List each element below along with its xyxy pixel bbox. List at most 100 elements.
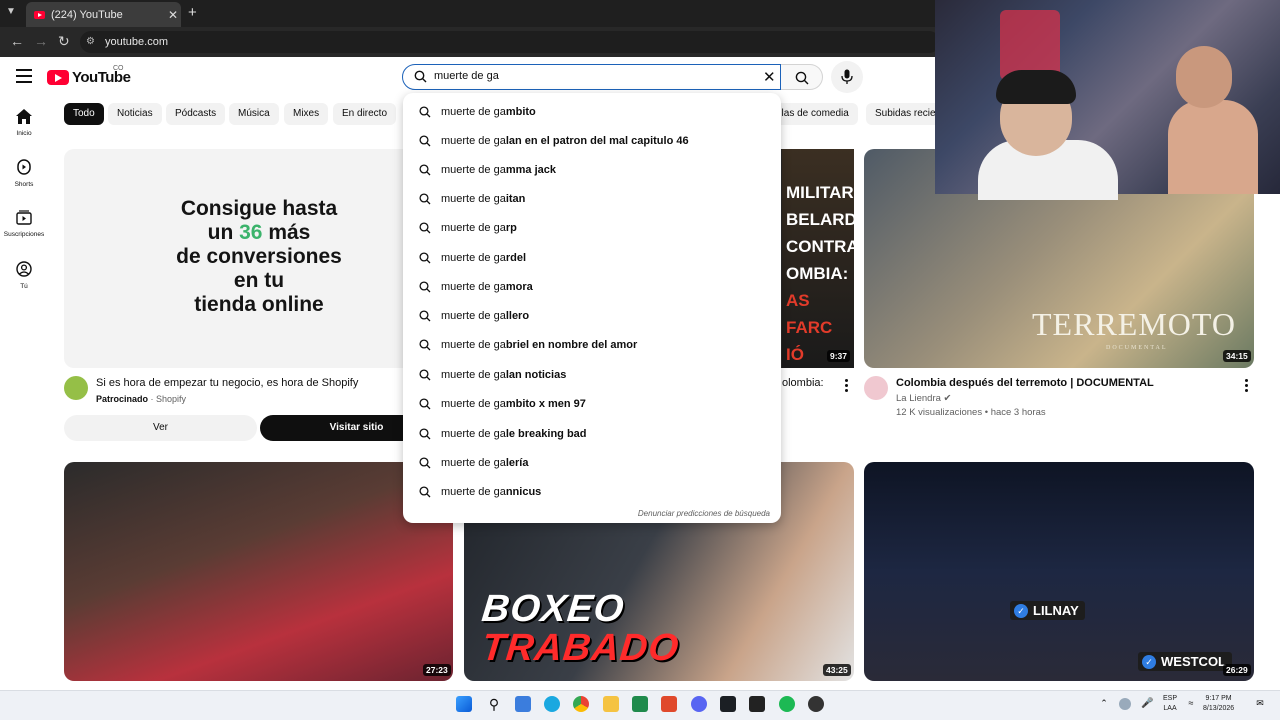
input-language[interactable]: ESP LAA [1163, 694, 1177, 714]
chrome-icon[interactable] [573, 696, 589, 712]
tab-list-chevron-icon[interactable]: ▼ [6, 6, 16, 17]
search-icon [795, 71, 809, 85]
suggestion-item[interactable]: muerte de galan noticias [403, 361, 781, 390]
suggestion-item[interactable]: muerte de gamora [403, 273, 781, 302]
site-info-icon[interactable]: ⚙ [86, 36, 95, 47]
suggestion-item[interactable]: muerte de gardel [403, 244, 781, 273]
shopify-avatar[interactable] [64, 376, 88, 400]
suggestion-item[interactable]: muerte de garp [403, 214, 781, 243]
more-options-icon[interactable] [845, 379, 849, 394]
excel-icon[interactable] [632, 696, 648, 712]
suggestion-item[interactable]: muerte de gale breaking bad [403, 420, 781, 449]
file-explorer-icon[interactable] [603, 696, 619, 712]
video-title[interactable]: Colombia después del terremoto | DOCUMEN… [896, 377, 1154, 389]
sidebar-item-home[interactable]: Inicio [0, 109, 48, 137]
wifi-icon[interactable]: ≈ [1185, 698, 1197, 710]
search-icon [414, 70, 427, 83]
chip-peliculas-comedia[interactable]: ulas de comedia [772, 103, 858, 125]
thumbnail-overlay-text: BOXEO [479, 588, 627, 630]
report-predictions-link[interactable]: Denunciar predicciones de búsqueda [638, 509, 770, 518]
spotify-icon[interactable] [779, 696, 795, 712]
channel-name[interactable]: La Liendra ✔ [896, 393, 952, 404]
thumbnail-overlay-title: TERREMOTO [1032, 306, 1236, 342]
clear-search-icon[interactable]: ✕ [763, 68, 776, 86]
suggestion-item[interactable]: muerte de galería [403, 449, 781, 478]
sidebar-item-you[interactable]: Tú [0, 261, 48, 290]
suggestion-item[interactable]: muerte de gaitan [403, 185, 781, 214]
suggestion-item[interactable]: muerte de gallero [403, 302, 781, 331]
browser-tab[interactable]: (224) YouTube ✕ [26, 2, 181, 27]
video-duration: 43:25 [823, 664, 851, 676]
tab-close-icon[interactable]: ✕ [165, 8, 181, 22]
search-icon [419, 486, 431, 498]
taskbar-app-icon[interactable] [808, 696, 824, 712]
youtube-play-icon [47, 70, 69, 85]
webcam-person-hair [996, 70, 1076, 104]
ad-title[interactable]: Si es hora de empezar tu negocio, es hor… [96, 377, 358, 389]
url-text[interactable]: youtube.com [105, 36, 168, 48]
sidebar-item-shorts[interactable]: Shorts [0, 159, 48, 188]
discord-icon[interactable] [691, 696, 707, 712]
video-duration: 27:23 [423, 664, 451, 676]
tray-chevron-icon[interactable]: ⌃ [1098, 698, 1110, 710]
suggestion-item[interactable]: muerte de galan en el patron del mal cap… [403, 127, 781, 156]
thumbnail-name-tag: ✓ WESTCOL [1138, 652, 1232, 671]
subscriptions-icon [16, 210, 32, 225]
voice-search-button[interactable] [831, 61, 863, 93]
chip-noticias[interactable]: Noticias [108, 103, 162, 125]
home-icon [16, 109, 32, 124]
suggestion-item[interactable]: muerte de gamma jack [403, 156, 781, 185]
verified-icon: ✔ [943, 393, 952, 404]
webcam-person-body [1168, 100, 1258, 194]
forward-icon[interactable]: → [34, 33, 48, 49]
taskbar-search-icon[interactable]: ⚲ [486, 696, 502, 712]
video-title[interactable]: olombia: [782, 377, 824, 389]
channel-avatar[interactable] [864, 376, 888, 400]
reload-icon[interactable]: ↻ [58, 33, 70, 50]
chip-todo[interactable]: Todo [64, 103, 104, 125]
sponsored-label: Patrocinado [96, 394, 149, 404]
search-button[interactable] [781, 64, 823, 90]
new-tab-icon[interactable]: + [188, 4, 197, 21]
back-icon[interactable]: ← [10, 33, 24, 49]
clock[interactable]: 9:17 PM 8/13/2026 [1203, 694, 1234, 714]
search-icon [419, 135, 431, 147]
notifications-icon[interactable]: ✉ [1254, 698, 1266, 710]
taskbar-app-icon[interactable] [720, 696, 736, 712]
chip-mixes[interactable]: Mixes [284, 103, 329, 125]
more-options-icon[interactable] [1245, 379, 1249, 394]
ver-button[interactable]: Ver [64, 415, 257, 441]
taskbar-app-icon[interactable] [515, 696, 531, 712]
video-thumbnail[interactable] [864, 462, 1254, 681]
taskbar-app-icon[interactable] [661, 696, 677, 712]
thumbnail-overlay-text: TRABADO [479, 627, 682, 669]
suggestion-item[interactable]: muerte de gannicus [403, 478, 781, 507]
country-code: CO [113, 65, 124, 72]
sidebar-item-label: Tú [20, 283, 28, 290]
edge-icon[interactable] [544, 696, 560, 712]
search-icon [419, 310, 431, 322]
chip-en-directo[interactable]: En directo [333, 103, 397, 125]
chip-musica[interactable]: Música [229, 103, 279, 125]
windows-start-icon[interactable] [456, 696, 472, 712]
taskbar-app-icon[interactable] [749, 696, 765, 712]
video-duration: 26:29 [1223, 664, 1251, 676]
sidebar-item-label: Suscripciones [3, 231, 45, 238]
suggestion-item[interactable]: muerte de gabriel en nombre del amor [403, 331, 781, 360]
search-icon [419, 369, 431, 381]
suggestion-item[interactable]: muerte de gambito x men 97 [403, 390, 781, 419]
youtube-logo[interactable]: YouTube CO [47, 65, 131, 86]
search-icon [419, 193, 431, 205]
sidebar-item-subscriptions[interactable]: Suscripciones [0, 210, 48, 238]
suggestion-item[interactable]: muerte de gambito [403, 98, 781, 127]
search-query-text[interactable]: muerte de ga [434, 70, 499, 82]
guide-menu-icon[interactable] [16, 69, 32, 83]
search-suggestions-dropdown: muerte de gambito muerte de galan en el … [403, 93, 781, 523]
omnibox[interactable] [80, 31, 940, 53]
chip-podcasts[interactable]: Pódcasts [166, 103, 226, 125]
search-icon [419, 164, 431, 176]
video-thumbnail[interactable] [64, 462, 453, 681]
microphone-icon[interactable]: 🎤 [1141, 698, 1153, 710]
verified-check-icon: ✓ [1014, 603, 1028, 618]
tray-app-icon[interactable] [1119, 698, 1131, 710]
